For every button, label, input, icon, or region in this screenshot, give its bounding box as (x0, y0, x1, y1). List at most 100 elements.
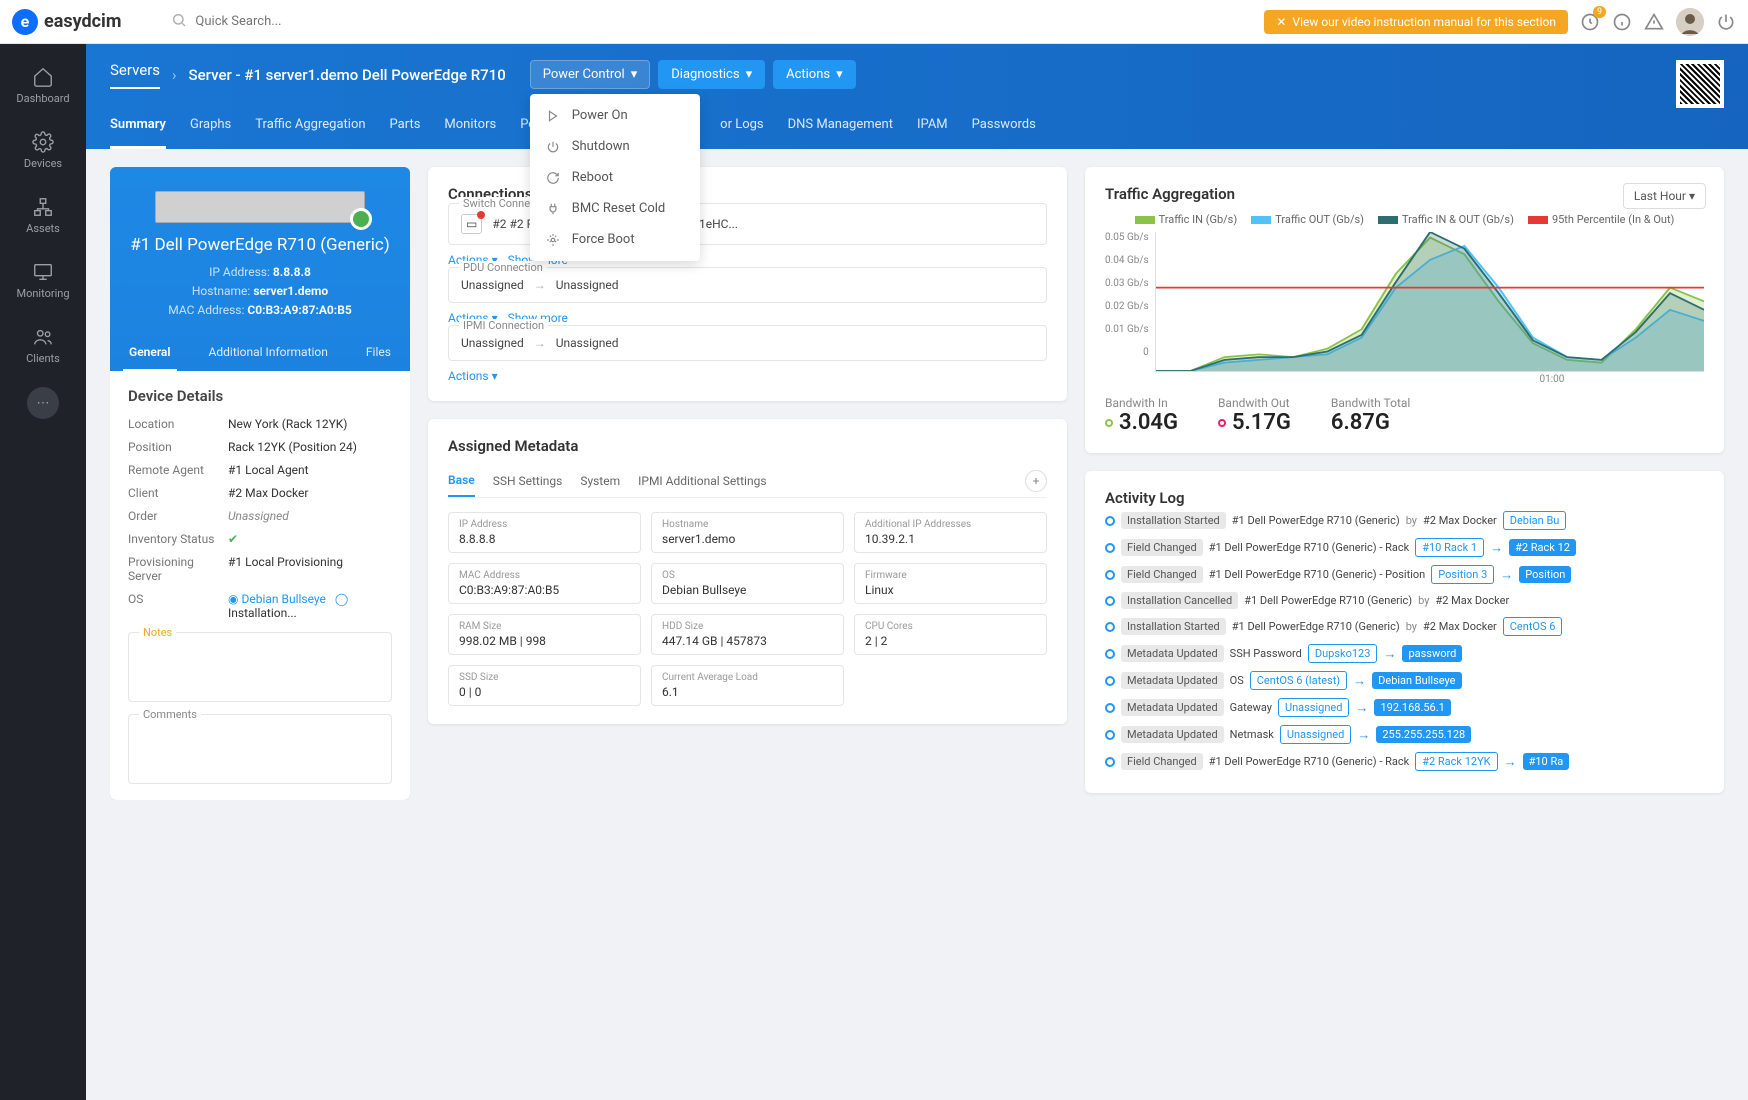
meta-ssd-size[interactable]: SSD Size0 | 0 (448, 665, 641, 706)
refresh-icon (546, 171, 560, 185)
power-control-button[interactable]: Power Control ▾ Power On Shutdown Reboot… (530, 60, 651, 89)
video-manual-button[interactable]: ✕ View our video instruction manual for … (1264, 10, 1568, 34)
meta-hostname[interactable]: Hostnameserver1.demo (651, 512, 844, 553)
servertab-general[interactable]: General (123, 335, 176, 371)
log-row: Field Changed#1 Dell PowerEdge R710 (Gen… (1105, 748, 1704, 775)
activity-title: Activity Log (1105, 489, 1704, 507)
server-summary-card: #1 Dell PowerEdge R710 (Generic) IP Addr… (110, 167, 410, 800)
users-icon (32, 326, 54, 348)
servertab-additional[interactable]: Additional Information (203, 335, 334, 371)
power-menu-shutdown[interactable]: Shutdown (530, 131, 700, 162)
chevron-down-icon: ▾ (746, 67, 753, 82)
conn-ipmi-connection: IPMI ConnectionUnassigned→Unassigned (448, 325, 1047, 361)
search-icon (171, 12, 187, 32)
tab-graphs[interactable]: Graphs (190, 109, 231, 149)
brand-text: easydcim (44, 11, 121, 32)
log-row: Installation Started#1 Dell PowerEdge R7… (1105, 507, 1704, 534)
qr-code[interactable] (1676, 60, 1724, 108)
chevron-right-icon: › (172, 66, 177, 84)
device-details-title: Device Details (128, 387, 392, 405)
power-menu-bmcreset[interactable]: BMC Reset Cold (530, 193, 700, 224)
log-row: Installation Started#1 Dell PowerEdge R7… (1105, 613, 1704, 640)
brand-icon: e (12, 9, 38, 35)
user-avatar[interactable] (1676, 8, 1704, 36)
meta-ip-address[interactable]: IP Address8.8.8.8 (448, 512, 641, 553)
chevron-down-icon: ▾ (1689, 189, 1695, 203)
traffic-title: Traffic Aggregation (1105, 185, 1704, 203)
power-dropdown: Power On Shutdown Reboot BMC Reset Cold … (530, 94, 700, 261)
log-row: Metadata UpdatedGatewayUnassigned→192.16… (1105, 694, 1704, 721)
log-row: Installation Cancelled#1 Dell PowerEdge … (1105, 588, 1704, 613)
search-input[interactable] (195, 14, 395, 29)
meta-cpu-cores[interactable]: CPU Cores2 | 2 (854, 614, 1047, 655)
log-row: Metadata UpdatedNetmaskUnassigned→255.25… (1105, 721, 1704, 748)
close-icon: ✕ (1276, 15, 1286, 29)
log-row: Metadata UpdatedSSH PasswordDupsko123→pa… (1105, 640, 1704, 667)
power-off-icon (546, 140, 560, 154)
mtab-base[interactable]: Base (448, 465, 475, 497)
tab-orlogs[interactable]: or Logs (720, 109, 763, 149)
sidebar-more[interactable]: ⋯ (27, 387, 59, 419)
sidebar-item-assets[interactable]: Assets (0, 186, 86, 245)
gear-small-icon (546, 233, 560, 247)
mtab-add[interactable]: + (1025, 470, 1047, 492)
mtab-ssh[interactable]: SSH Settings (493, 466, 563, 496)
notifications-icon[interactable] (1580, 12, 1600, 32)
meta-os[interactable]: OSDebian Bullseye (651, 563, 844, 604)
mtab-system[interactable]: System (580, 466, 620, 496)
sidebar-item-devices[interactable]: Devices (0, 121, 86, 180)
power-menu-reboot[interactable]: Reboot (530, 162, 700, 193)
tab-traffic[interactable]: Traffic Aggregation (255, 109, 365, 149)
server-image (155, 191, 365, 223)
tab-summary[interactable]: Summary (110, 109, 166, 149)
diagnostics-button[interactable]: Diagnostics▾ (658, 60, 765, 89)
tab-ipam[interactable]: IPAM (917, 109, 948, 149)
chevron-down-icon: ▾ (631, 67, 638, 82)
gear-icon (32, 131, 54, 153)
meta-mac-address[interactable]: MAC AddressC0:B3:A9:87:A0:B5 (448, 563, 641, 604)
play-icon (546, 109, 560, 123)
meta-ram-size[interactable]: RAM Size998.02 MB | 998 (448, 614, 641, 655)
tab-passwords[interactable]: Passwords (972, 109, 1036, 149)
notes-box[interactable]: Notes (128, 632, 392, 702)
meta-firmware[interactable]: FirmwareLinux (854, 563, 1047, 604)
log-row: Field Changed#1 Dell PowerEdge R710 (Gen… (1105, 534, 1704, 561)
traffic-chart: 01:00 (1155, 232, 1704, 372)
meta-additional-ip-addresses[interactable]: Additional IP Addresses10.39.2.1 (854, 512, 1047, 553)
tab-parts[interactable]: Parts (390, 109, 421, 149)
power-icon[interactable] (1716, 12, 1736, 32)
traffic-range-select[interactable]: Last Hour ▾ (1623, 183, 1706, 209)
servertab-files[interactable]: Files (360, 335, 397, 371)
breadcrumb-current: Server - #1 server1.demo Dell PowerEdge … (189, 66, 506, 84)
network-icon (32, 196, 54, 218)
activity-card: Activity Log Installation Started#1 Dell… (1085, 471, 1724, 793)
traffic-card: Traffic Aggregation Last Hour ▾ Traffic … (1085, 167, 1724, 453)
server-title: #1 Dell PowerEdge R710 (Generic) (122, 235, 398, 255)
actions-button[interactable]: Actions▾ (773, 60, 856, 89)
info-icon[interactable] (1612, 12, 1632, 32)
meta-hdd-size[interactable]: HDD Size447.14 GB | 457873 (651, 614, 844, 655)
sidebar-item-clients[interactable]: Clients (0, 316, 86, 375)
log-row: Metadata UpdatedOSCentOS 6 (latest)→Debi… (1105, 667, 1704, 694)
sidebar-item-dashboard[interactable]: Dashboard (0, 56, 86, 115)
alert-icon[interactable] (1644, 12, 1664, 32)
breadcrumb-root[interactable]: Servers (110, 61, 160, 89)
meta-current-average-load[interactable]: Current Average Load6.1 (651, 665, 844, 706)
home-icon (32, 66, 54, 88)
brand-logo[interactable]: e easydcim (12, 9, 121, 35)
plug-icon (546, 202, 560, 216)
tab-monitors[interactable]: Monitors (444, 109, 496, 149)
log-row: Field Changed#1 Dell PowerEdge R710 (Gen… (1105, 561, 1704, 588)
comments-box[interactable]: Comments (128, 714, 392, 784)
metadata-card: Assigned Metadata Base SSH Settings Syst… (428, 419, 1067, 724)
conn-actions[interactable]: Actions ▾ (448, 369, 498, 383)
power-menu-forceboot[interactable]: Force Boot (530, 224, 700, 255)
connections-card: Connections Switch Connection▭ #2 #2 Red… (428, 167, 1067, 401)
tab-dns[interactable]: DNS Management (788, 109, 893, 149)
mtab-ipmi[interactable]: IPMI Additional Settings (638, 466, 766, 496)
metadata-title: Assigned Metadata (448, 437, 1047, 455)
conn-pdu-connection: PDU ConnectionUnassigned→Unassigned (448, 267, 1047, 303)
sidebar-item-monitoring[interactable]: Monitoring (0, 251, 86, 310)
monitor-icon (32, 261, 54, 283)
power-menu-poweron[interactable]: Power On (530, 100, 700, 131)
